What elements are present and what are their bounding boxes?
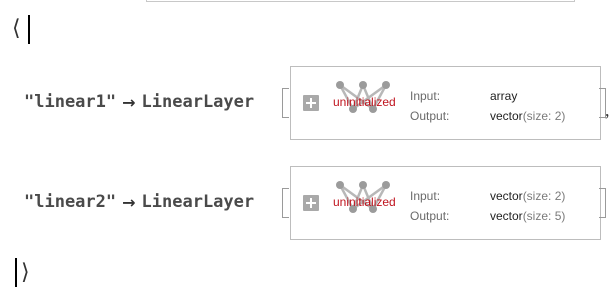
association-open-bracket: ⟨ <box>12 16 21 41</box>
layer-summary-panel[interactable]: uninitialized Input: vector(size: 2) Out… <box>290 166 601 240</box>
status-label: uninitialized <box>333 95 396 109</box>
text-cursor <box>15 258 17 287</box>
output-value: vector(size: 5) <box>490 209 566 223</box>
layer-head: LinearLayer <box>141 192 255 212</box>
separator-comma: , <box>605 100 610 120</box>
rule-row-linear1: "linear1" → LinearLayer <box>24 87 254 117</box>
input-value: array <box>490 89 518 103</box>
text-cursor <box>28 15 30 44</box>
expand-plus-icon[interactable] <box>303 95 319 111</box>
left-square-bracket <box>282 188 289 218</box>
output-label: Output: <box>410 209 450 223</box>
expand-plus-icon[interactable] <box>303 195 319 211</box>
left-square-bracket <box>282 88 289 118</box>
layer-head: LinearLayer <box>141 92 255 112</box>
association-close-bracket: ⟩ <box>21 260 30 285</box>
input-value: vector(size: 2) <box>490 189 566 203</box>
output-label: Output: <box>410 109 450 123</box>
rule-arrow: → <box>122 92 136 112</box>
layer-summary-panel[interactable]: uninitialized Input: array Output: vecto… <box>290 66 601 140</box>
layer-key: "linear2" <box>24 192 117 212</box>
previous-output-frame <box>146 0 575 2</box>
status-label: uninitialized <box>333 195 396 209</box>
input-label: Input: <box>410 189 441 203</box>
rule-row-linear2: "linear2" → LinearLayer <box>24 187 254 217</box>
input-label: Input: <box>410 89 441 103</box>
rule-arrow: → <box>122 192 136 212</box>
right-square-bracket <box>599 188 606 218</box>
layer-key: "linear1" <box>24 92 117 112</box>
output-value: vector(size: 2) <box>490 109 566 123</box>
